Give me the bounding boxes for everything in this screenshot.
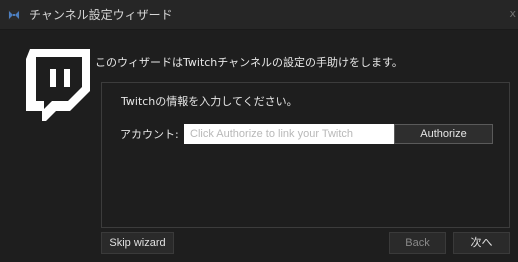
- intro-text: このウィザードはTwitchチャンネルの設定の手助けをします。: [95, 56, 403, 69]
- skip-wizard-button[interactable]: Skip wizard: [101, 232, 174, 254]
- twitch-app-icon: [8, 10, 20, 20]
- account-group: Twitchの情報を入力してください。 アカウント: Authorize: [101, 82, 510, 228]
- window-title: チャンネル設定ウィザード: [29, 8, 173, 22]
- authorize-button[interactable]: Authorize: [394, 124, 493, 144]
- close-icon[interactable]: x: [509, 8, 516, 20]
- account-input[interactable]: [184, 124, 394, 144]
- account-label: アカウント:: [120, 128, 179, 141]
- wizard-body: このウィザードはTwitchチャンネルの設定の手助けをします。 Twitchの情…: [0, 30, 518, 262]
- twitch-logo-icon: [26, 49, 90, 121]
- title-bar: チャンネル設定ウィザード x: [0, 0, 518, 30]
- account-prompt: Twitchの情報を入力してください。: [121, 95, 298, 108]
- next-button[interactable]: 次へ: [453, 232, 510, 254]
- back-button[interactable]: Back: [389, 232, 446, 254]
